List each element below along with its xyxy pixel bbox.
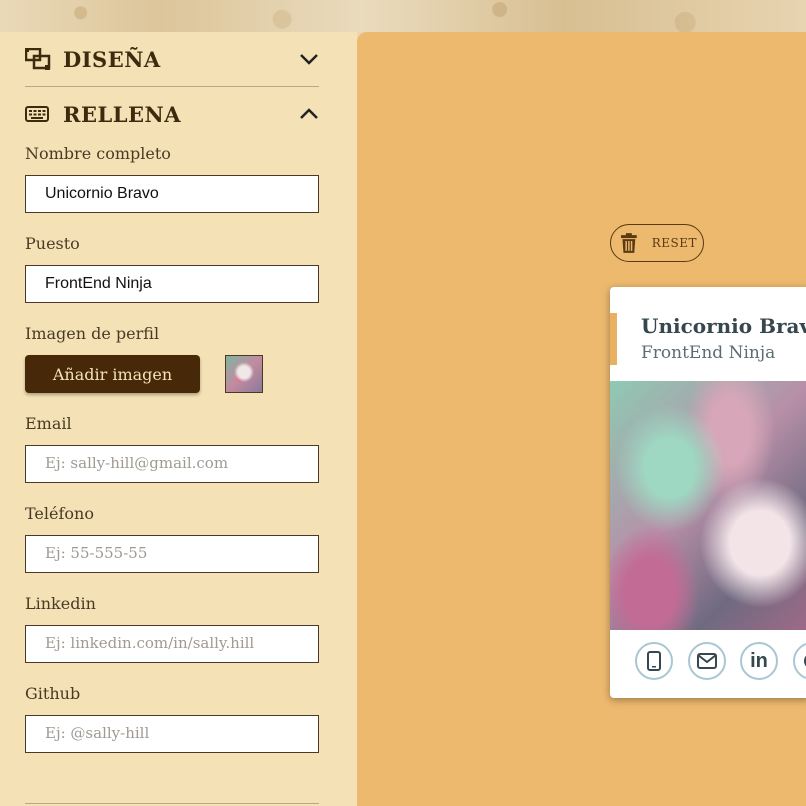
section-fill-header[interactable]: RELLENA (25, 99, 319, 129)
github-input[interactable] (25, 715, 319, 753)
phone-input[interactable] (25, 535, 319, 573)
object-group-icon (25, 48, 51, 70)
name-label: Nombre completo (25, 144, 171, 163)
card-linkedin-link[interactable]: in (740, 642, 778, 680)
add-image-button[interactable]: Añadir imagen (25, 355, 200, 393)
reset-label: RESET (651, 236, 697, 250)
card-name: Unicornio Bravo (641, 314, 806, 338)
profile-card: Unicornio Bravo FrontEnd Ninja in (610, 287, 806, 698)
job-input[interactable] (25, 265, 319, 303)
email-label: Email (25, 414, 72, 433)
reset-button[interactable]: RESET (610, 224, 704, 262)
envelope-icon (697, 653, 717, 669)
section-design-header[interactable]: DISEÑA (25, 44, 319, 74)
linkedin-icon: in (750, 649, 768, 672)
phone-label: Teléfono (25, 504, 94, 523)
keyboard-icon (25, 106, 49, 122)
chevron-down-icon[interactable] (299, 52, 319, 66)
profile-image-thumbnail (225, 355, 263, 393)
github-label: Github (25, 684, 81, 703)
chevron-up-icon[interactable] (299, 107, 319, 121)
section-design-label: DISEÑA (63, 46, 161, 72)
section-design-title: DISEÑA (25, 47, 161, 72)
header-texture (0, 0, 806, 32)
trash-icon (620, 233, 637, 253)
card-accent-bar (610, 313, 617, 365)
linkedin-label: Linkedin (25, 594, 96, 613)
section-fill-label: RELLENA (63, 101, 181, 127)
image-label: Imagen de perfil (25, 324, 160, 343)
card-github-link[interactable] (793, 642, 806, 680)
email-input[interactable] (25, 445, 319, 483)
card-job: FrontEnd Ninja (641, 343, 776, 363)
linkedin-input[interactable] (25, 625, 319, 663)
job-label: Puesto (25, 234, 80, 253)
section-fill-title: RELLENA (25, 102, 181, 127)
card-email-link[interactable] (688, 642, 726, 680)
phone-icon (647, 651, 661, 671)
section-divider-bottom (25, 803, 319, 804)
card-profile-image (610, 381, 806, 630)
section-divider (25, 86, 319, 87)
card-phone-link[interactable] (635, 642, 673, 680)
name-input[interactable] (25, 175, 319, 213)
card-social-links: in (610, 642, 806, 682)
